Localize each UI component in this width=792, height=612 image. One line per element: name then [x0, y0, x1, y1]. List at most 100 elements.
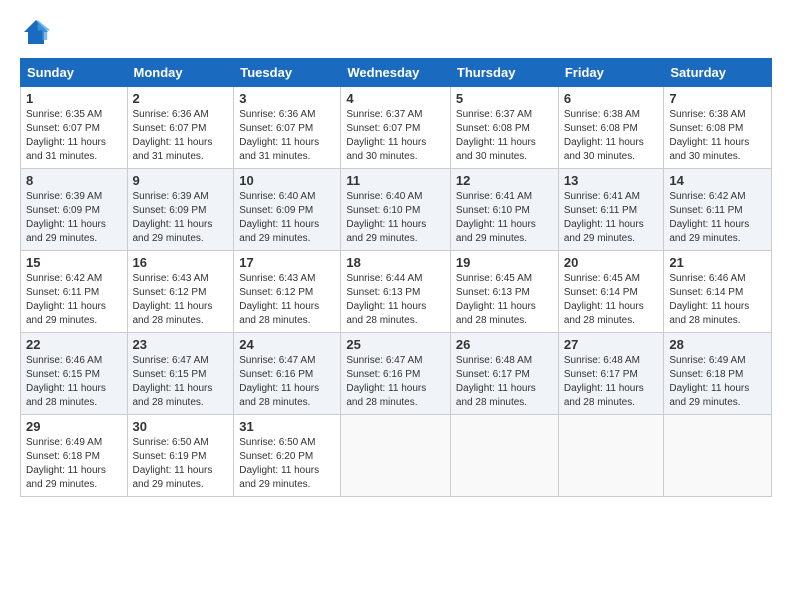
day-detail: Sunrise: 6:48 AMSunset: 6:17 PMDaylight:…: [456, 355, 536, 408]
calendar-day-cell: 6 Sunrise: 6:38 AMSunset: 6:08 PMDayligh…: [558, 87, 664, 169]
day-number: 30: [133, 419, 229, 434]
calendar-day-cell: 27 Sunrise: 6:48 AMSunset: 6:17 PMDaylig…: [558, 333, 664, 415]
day-number: 21: [669, 255, 766, 270]
day-number: 22: [26, 337, 122, 352]
day-detail: Sunrise: 6:45 AMSunset: 6:13 PMDaylight:…: [456, 273, 536, 326]
day-detail: Sunrise: 6:50 AMSunset: 6:19 PMDaylight:…: [133, 437, 213, 490]
day-detail: Sunrise: 6:46 AMSunset: 6:15 PMDaylight:…: [26, 355, 106, 408]
calendar-day-cell: 28 Sunrise: 6:49 AMSunset: 6:18 PMDaylig…: [664, 333, 772, 415]
calendar-day-cell: 10 Sunrise: 6:40 AMSunset: 6:09 PMDaylig…: [234, 169, 341, 251]
calendar-day-cell: 24 Sunrise: 6:47 AMSunset: 6:16 PMDaylig…: [234, 333, 341, 415]
day-detail: Sunrise: 6:36 AMSunset: 6:07 PMDaylight:…: [239, 109, 319, 162]
day-number: 10: [239, 173, 335, 188]
calendar-day-cell: 19 Sunrise: 6:45 AMSunset: 6:13 PMDaylig…: [450, 251, 558, 333]
calendar-week-row: 22 Sunrise: 6:46 AMSunset: 6:15 PMDaylig…: [21, 333, 772, 415]
calendar-week-row: 15 Sunrise: 6:42 AMSunset: 6:11 PMDaylig…: [21, 251, 772, 333]
calendar-day-cell: 21 Sunrise: 6:46 AMSunset: 6:14 PMDaylig…: [664, 251, 772, 333]
day-detail: Sunrise: 6:41 AMSunset: 6:10 PMDaylight:…: [456, 191, 536, 244]
calendar-day-cell: [558, 415, 664, 497]
calendar-day-cell: 29 Sunrise: 6:49 AMSunset: 6:18 PMDaylig…: [21, 415, 128, 497]
day-number: 11: [346, 173, 445, 188]
day-number: 31: [239, 419, 335, 434]
day-detail: Sunrise: 6:45 AMSunset: 6:14 PMDaylight:…: [564, 273, 644, 326]
day-number: 25: [346, 337, 445, 352]
day-number: 29: [26, 419, 122, 434]
calendar-day-cell: [450, 415, 558, 497]
calendar-header-cell: Tuesday: [234, 59, 341, 87]
day-detail: Sunrise: 6:42 AMSunset: 6:11 PMDaylight:…: [26, 273, 106, 326]
calendar-day-cell: 2 Sunrise: 6:36 AMSunset: 6:07 PMDayligh…: [127, 87, 234, 169]
day-number: 1: [26, 91, 122, 106]
day-number: 18: [346, 255, 445, 270]
day-detail: Sunrise: 6:47 AMSunset: 6:16 PMDaylight:…: [239, 355, 319, 408]
day-detail: Sunrise: 6:43 AMSunset: 6:12 PMDaylight:…: [133, 273, 213, 326]
page: SundayMondayTuesdayWednesdayThursdayFrid…: [0, 0, 792, 513]
calendar-day-cell: 7 Sunrise: 6:38 AMSunset: 6:08 PMDayligh…: [664, 87, 772, 169]
day-detail: Sunrise: 6:35 AMSunset: 6:07 PMDaylight:…: [26, 109, 106, 162]
day-number: 15: [26, 255, 122, 270]
day-detail: Sunrise: 6:39 AMSunset: 6:09 PMDaylight:…: [26, 191, 106, 244]
calendar-day-cell: 14 Sunrise: 6:42 AMSunset: 6:11 PMDaylig…: [664, 169, 772, 251]
day-number: 5: [456, 91, 553, 106]
day-number: 3: [239, 91, 335, 106]
calendar-day-cell: 8 Sunrise: 6:39 AMSunset: 6:09 PMDayligh…: [21, 169, 128, 251]
day-detail: Sunrise: 6:43 AMSunset: 6:12 PMDaylight:…: [239, 273, 319, 326]
day-number: 8: [26, 173, 122, 188]
day-number: 13: [564, 173, 659, 188]
day-detail: Sunrise: 6:39 AMSunset: 6:09 PMDaylight:…: [133, 191, 213, 244]
day-number: 20: [564, 255, 659, 270]
day-number: 14: [669, 173, 766, 188]
calendar-header-cell: Friday: [558, 59, 664, 87]
day-number: 19: [456, 255, 553, 270]
calendar-day-cell: 26 Sunrise: 6:48 AMSunset: 6:17 PMDaylig…: [450, 333, 558, 415]
calendar-header-cell: Saturday: [664, 59, 772, 87]
day-detail: Sunrise: 6:41 AMSunset: 6:11 PMDaylight:…: [564, 191, 644, 244]
day-number: 9: [133, 173, 229, 188]
day-detail: Sunrise: 6:36 AMSunset: 6:07 PMDaylight:…: [133, 109, 213, 162]
calendar-day-cell: 16 Sunrise: 6:43 AMSunset: 6:12 PMDaylig…: [127, 251, 234, 333]
day-detail: Sunrise: 6:37 AMSunset: 6:07 PMDaylight:…: [346, 109, 426, 162]
day-number: 2: [133, 91, 229, 106]
day-number: 24: [239, 337, 335, 352]
day-detail: Sunrise: 6:47 AMSunset: 6:15 PMDaylight:…: [133, 355, 213, 408]
calendar-day-cell: 23 Sunrise: 6:47 AMSunset: 6:15 PMDaylig…: [127, 333, 234, 415]
day-number: 28: [669, 337, 766, 352]
day-detail: Sunrise: 6:44 AMSunset: 6:13 PMDaylight:…: [346, 273, 426, 326]
calendar-day-cell: 15 Sunrise: 6:42 AMSunset: 6:11 PMDaylig…: [21, 251, 128, 333]
calendar-header-cell: Thursday: [450, 59, 558, 87]
calendar-day-cell: 31 Sunrise: 6:50 AMSunset: 6:20 PMDaylig…: [234, 415, 341, 497]
calendar-week-row: 29 Sunrise: 6:49 AMSunset: 6:18 PMDaylig…: [21, 415, 772, 497]
day-number: 12: [456, 173, 553, 188]
calendar-day-cell: 30 Sunrise: 6:50 AMSunset: 6:19 PMDaylig…: [127, 415, 234, 497]
day-number: 4: [346, 91, 445, 106]
calendar-day-cell: 22 Sunrise: 6:46 AMSunset: 6:15 PMDaylig…: [21, 333, 128, 415]
calendar-header-row: SundayMondayTuesdayWednesdayThursdayFrid…: [21, 59, 772, 87]
calendar-day-cell: 4 Sunrise: 6:37 AMSunset: 6:07 PMDayligh…: [341, 87, 451, 169]
day-detail: Sunrise: 6:50 AMSunset: 6:20 PMDaylight:…: [239, 437, 319, 490]
day-detail: Sunrise: 6:38 AMSunset: 6:08 PMDaylight:…: [669, 109, 749, 162]
logo-icon: [20, 16, 52, 48]
calendar-week-row: 8 Sunrise: 6:39 AMSunset: 6:09 PMDayligh…: [21, 169, 772, 251]
day-number: 16: [133, 255, 229, 270]
calendar-day-cell: 9 Sunrise: 6:39 AMSunset: 6:09 PMDayligh…: [127, 169, 234, 251]
day-number: 26: [456, 337, 553, 352]
calendar-header-cell: Wednesday: [341, 59, 451, 87]
logo: [20, 16, 56, 48]
day-detail: Sunrise: 6:49 AMSunset: 6:18 PMDaylight:…: [26, 437, 106, 490]
calendar-day-cell: [341, 415, 451, 497]
calendar-day-cell: 17 Sunrise: 6:43 AMSunset: 6:12 PMDaylig…: [234, 251, 341, 333]
day-detail: Sunrise: 6:37 AMSunset: 6:08 PMDaylight:…: [456, 109, 536, 162]
calendar-body: 1 Sunrise: 6:35 AMSunset: 6:07 PMDayligh…: [21, 87, 772, 497]
calendar-table: SundayMondayTuesdayWednesdayThursdayFrid…: [20, 58, 772, 497]
calendar-day-cell: 5 Sunrise: 6:37 AMSunset: 6:08 PMDayligh…: [450, 87, 558, 169]
calendar-day-cell: 3 Sunrise: 6:36 AMSunset: 6:07 PMDayligh…: [234, 87, 341, 169]
calendar-day-cell: 11 Sunrise: 6:40 AMSunset: 6:10 PMDaylig…: [341, 169, 451, 251]
day-detail: Sunrise: 6:47 AMSunset: 6:16 PMDaylight:…: [346, 355, 426, 408]
day-detail: Sunrise: 6:49 AMSunset: 6:18 PMDaylight:…: [669, 355, 749, 408]
day-number: 27: [564, 337, 659, 352]
day-detail: Sunrise: 6:48 AMSunset: 6:17 PMDaylight:…: [564, 355, 644, 408]
day-detail: Sunrise: 6:38 AMSunset: 6:08 PMDaylight:…: [564, 109, 644, 162]
calendar-header-cell: Monday: [127, 59, 234, 87]
header: [20, 16, 772, 48]
day-number: 7: [669, 91, 766, 106]
